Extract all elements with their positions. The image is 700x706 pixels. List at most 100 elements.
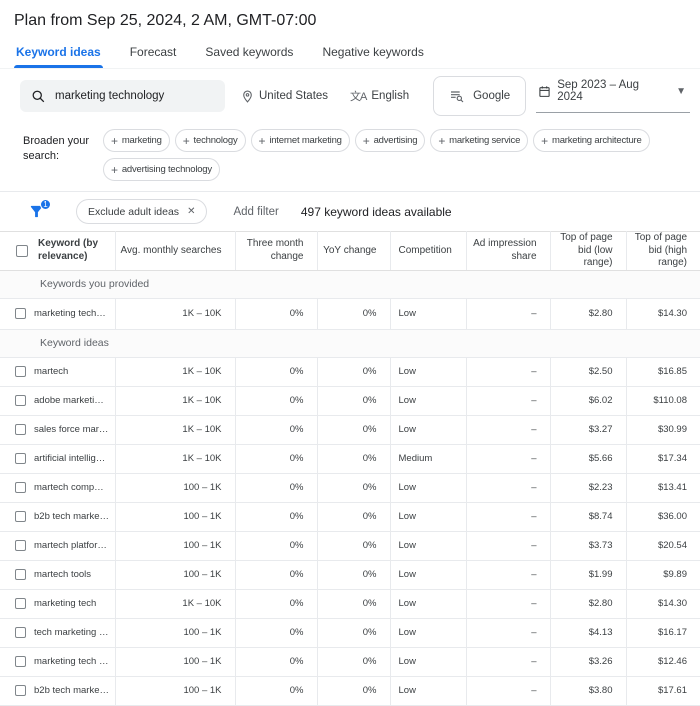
location-pin-icon — [241, 90, 254, 103]
cell-three-month-change: 0% — [235, 502, 318, 532]
keyword-ideas-table: Keyword (by relevance) Avg. monthly sear… — [0, 231, 700, 706]
plus-icon: + — [182, 133, 190, 148]
cell-top-bid-low: $6.02 — [550, 386, 627, 416]
network-selector[interactable]: Google — [433, 76, 527, 116]
location-selector[interactable]: United States — [241, 90, 328, 103]
row-checkbox[interactable] — [15, 424, 26, 435]
row-checkbox[interactable] — [15, 656, 26, 667]
cell-top-bid-high: $17.34 — [626, 444, 700, 474]
tab-forecast[interactable]: Forecast — [128, 38, 179, 68]
table-row: martech 1K – 10K 0% 0% Low – $2.50 $16.85 — [0, 357, 700, 387]
cell-top-bid-low: $2.23 — [550, 473, 627, 503]
select-all-checkbox[interactable] — [16, 244, 28, 257]
cell-ad-impression-share: – — [466, 618, 551, 648]
cell-ad-impression-share: – — [466, 415, 551, 445]
cell-competition: Low — [390, 647, 467, 677]
cell-top-bid-high: $36.00 — [626, 502, 700, 532]
plus-icon: + — [438, 133, 446, 148]
cell-yoy-change: 0% — [317, 502, 391, 532]
cell-top-bid-high: $110.08 — [626, 386, 700, 416]
keyword-label: martech tools — [34, 569, 92, 580]
row-checkbox[interactable] — [15, 453, 26, 464]
add-filter-button[interactable]: Add filter — [233, 206, 278, 218]
row-checkbox[interactable] — [15, 598, 26, 609]
cell-ad-impression-share: – — [466, 386, 551, 416]
cell-competition: Low — [390, 560, 467, 590]
cell-competition: Low — [390, 386, 467, 416]
plus-icon: + — [541, 133, 548, 148]
cell-competition: Low — [390, 473, 467, 503]
table-section-row: Keyword ideas — [0, 329, 700, 358]
table-row: b2b tech marke… 100 – 1K 0% 0% Low – $8.74 $36.… — [0, 502, 700, 532]
plus-icon: + — [362, 133, 370, 148]
broaden-chip[interactable]: + marketing service — [430, 129, 529, 152]
broaden-chip[interactable]: + internet marketing — [250, 129, 350, 152]
keyword-ideas-count: 497 keyword ideas available — [300, 204, 452, 219]
broaden-chip[interactable]: + marketing architecture — [533, 129, 650, 152]
exclude-adult-ideas-chip[interactable]: Exclude adult ideas ✕ — [76, 199, 208, 224]
cell-top-bid-high: $16.85 — [626, 357, 700, 387]
search-icon — [31, 89, 46, 104]
row-checkbox[interactable] — [15, 482, 26, 493]
tab-keyword-ideas[interactable]: Keyword ideas — [14, 38, 103, 68]
plus-icon: + — [111, 133, 118, 148]
plus-icon: + — [111, 162, 118, 177]
keyword-label: marketing tech — [34, 598, 97, 609]
cell-top-bid-low: $2.80 — [550, 298, 627, 330]
broaden-chip[interactable]: + advertising technology — [103, 158, 220, 181]
row-checkbox[interactable] — [15, 511, 26, 522]
tab-bar: Keyword ideas Forecast Saved keywords Ne… — [0, 38, 700, 69]
cell-yoy-change: 0% — [317, 386, 391, 416]
cell-yoy-change: 0% — [317, 357, 391, 387]
cell-three-month-change: 0% — [235, 298, 318, 330]
broaden-chip[interactable]: + advertising — [354, 129, 426, 152]
column-header-three-month-change[interactable]: Three month change — [235, 231, 318, 271]
row-checkbox[interactable] — [15, 685, 26, 696]
keyword-label: marketing tech… — [34, 308, 106, 319]
cell-avg-monthly-searches: 1K – 10K — [115, 357, 236, 387]
broaden-chip-label: marketing architecture — [551, 135, 642, 146]
row-checkbox[interactable] — [15, 627, 26, 638]
broaden-chip[interactable]: + technology — [174, 129, 246, 152]
cell-avg-monthly-searches: 100 – 1K — [115, 502, 236, 532]
cell-avg-monthly-searches: 100 – 1K — [115, 531, 236, 561]
network-label: Google — [473, 90, 511, 102]
cell-avg-monthly-searches: 100 – 1K — [115, 647, 236, 677]
section-label: Keyword ideas — [0, 329, 700, 358]
row-checkbox[interactable] — [15, 308, 26, 319]
column-header-competition[interactable]: Competition — [390, 231, 467, 271]
date-range-selector[interactable]: Sep 2023 – Aug 2024 ▼ — [536, 79, 690, 113]
keyword-search-input[interactable]: marketing technology — [20, 80, 225, 112]
row-checkbox[interactable] — [15, 540, 26, 551]
table-row: tech marketing … 100 – 1K 0% 0% Low – $4.13 $16… — [0, 618, 700, 648]
keyword-label: marketing tech … — [34, 656, 109, 667]
cell-avg-monthly-searches: 1K – 10K — [115, 386, 236, 416]
cell-three-month-change: 0% — [235, 415, 318, 445]
column-header-avg-monthly-searches[interactable]: Avg. monthly searches — [115, 231, 236, 271]
tab-saved-keywords[interactable]: Saved keywords — [203, 38, 295, 68]
keyword-label: b2b tech marke… — [34, 511, 109, 522]
search-value: marketing technology — [55, 90, 165, 102]
cell-top-bid-low: $3.26 — [550, 647, 627, 677]
cell-top-bid-low: $2.80 — [550, 589, 627, 619]
column-header-yoy-change[interactable]: YoY change — [317, 231, 391, 271]
row-checkbox[interactable] — [15, 366, 26, 377]
row-checkbox[interactable] — [15, 569, 26, 580]
table-row: artificial intellig… 1K – 10K 0% 0% Medium – $… — [0, 444, 700, 474]
column-header-ad-impression-share[interactable]: Ad impression share — [466, 231, 551, 271]
row-checkbox[interactable] — [15, 395, 26, 406]
cell-three-month-change: 0% — [235, 676, 318, 706]
keyword-label: tech marketing … — [34, 627, 109, 638]
column-header-keyword[interactable]: Keyword (by relevance) — [38, 238, 115, 263]
language-selector[interactable]: 文A English — [350, 88, 409, 104]
location-label: United States — [259, 90, 329, 102]
broaden-chip[interactable]: + marketing — [103, 129, 170, 152]
close-icon[interactable]: ✕ — [187, 206, 195, 217]
column-header-top-bid-high[interactable]: Top of page bid (high range) — [626, 231, 700, 271]
filter-button[interactable]: 1 — [28, 198, 51, 221]
cell-yoy-change: 0% — [317, 531, 391, 561]
chevron-down-icon: ▼ — [676, 85, 686, 97]
column-header-top-bid-low[interactable]: Top of page bid (low range) — [550, 231, 627, 271]
tab-negative-keywords[interactable]: Negative keywords — [320, 38, 425, 68]
keyword-label: martech platfor… — [34, 540, 107, 551]
